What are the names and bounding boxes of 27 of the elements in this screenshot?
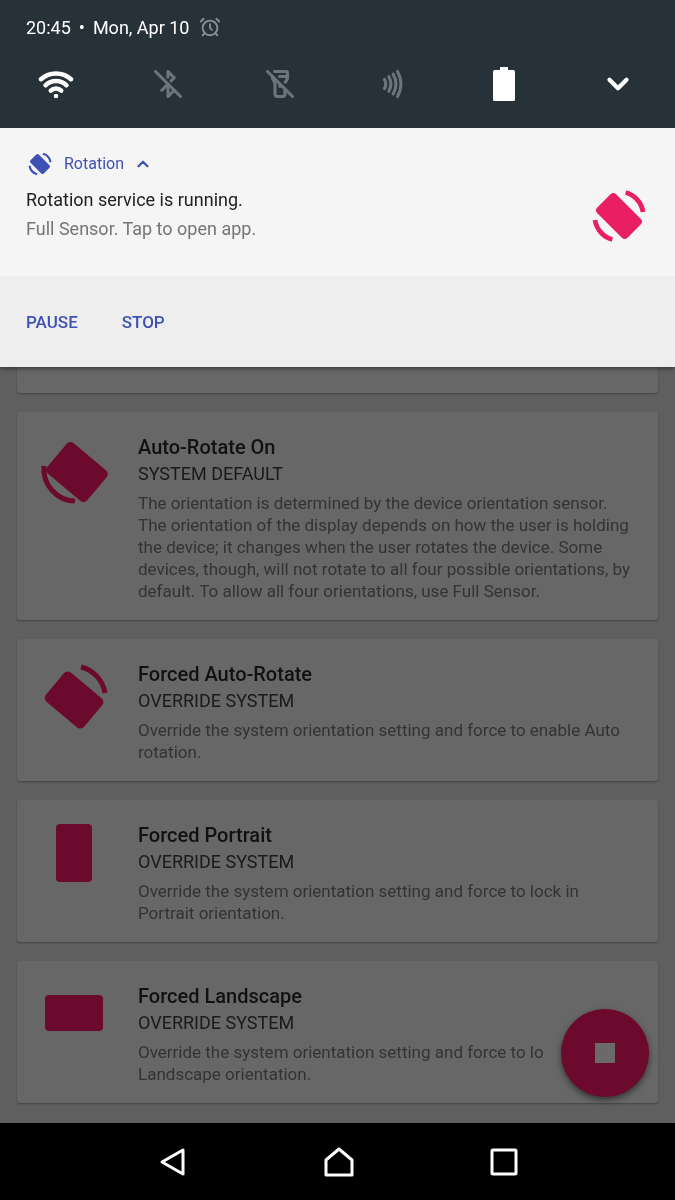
stop-icon <box>595 1043 615 1063</box>
rotation-app-icon <box>26 150 54 178</box>
battery-icon[interactable] <box>493 67 515 101</box>
recents-icon[interactable] <box>489 1147 518 1176</box>
clock-text: 20:45 <box>26 15 71 40</box>
notification-card[interactable]: Rotation Rotation service is running. Full Sensor. Tap to open app. <box>0 128 675 278</box>
notification-title: Rotation service is running. <box>26 188 244 212</box>
home-icon[interactable] <box>322 1145 355 1178</box>
landscape-phone-icon <box>45 995 103 1031</box>
card-title: Auto-Rotate On <box>138 434 277 460</box>
card-title: Forced Portrait <box>138 822 273 848</box>
bluetooth-off-icon[interactable] <box>153 69 183 99</box>
flashlight-off-icon[interactable] <box>265 69 295 99</box>
separator-dot: • <box>78 15 85 40</box>
notification-action-button[interactable]: STOP <box>107 301 179 344</box>
card-subtitle: OVERRIDE SYSTEM <box>138 850 296 874</box>
card-title: Forced Auto-Rotate <box>138 661 314 687</box>
date-text: Mon, Apr 10 <box>92 15 190 40</box>
card-subtitle: OVERRIDE SYSTEM <box>138 689 296 713</box>
notification-text: Full Sensor. Tap to open app. <box>26 217 257 241</box>
card-subtitle: OVERRIDE SYSTEM <box>138 1011 296 1035</box>
app-name: Rotation <box>64 153 124 175</box>
card-subtitle: SYSTEM DEFAULT <box>138 462 284 486</box>
alarm-icon <box>199 16 222 38</box>
portrait-phone-icon <box>56 824 92 882</box>
card-title: Forced Landscape <box>138 983 303 1009</box>
notification-action-button[interactable]: PAUSE <box>12 301 92 344</box>
